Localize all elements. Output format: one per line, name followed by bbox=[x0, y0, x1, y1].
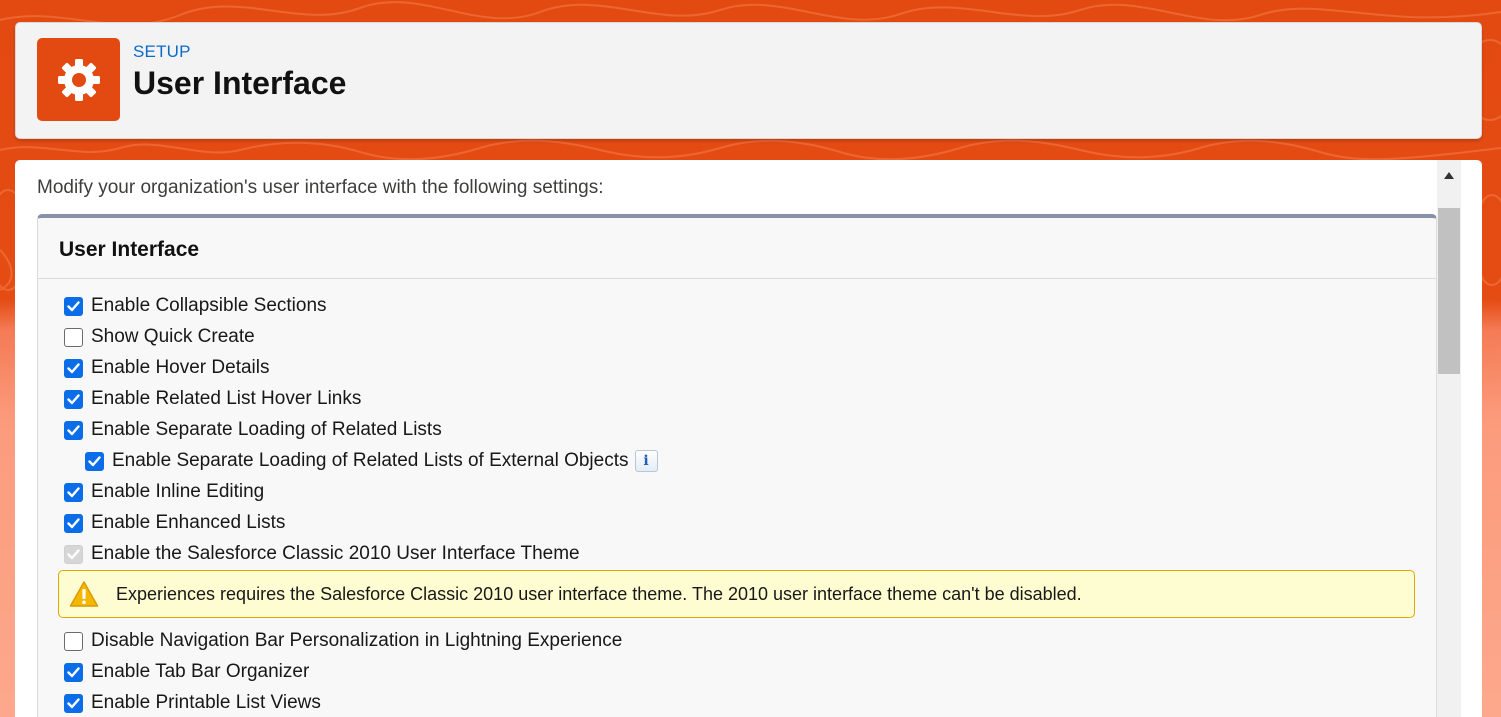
vertical-scrollbar[interactable] bbox=[1437, 160, 1461, 717]
section-title: User Interface bbox=[59, 238, 200, 261]
main-content: Modify your organization's user interfac… bbox=[15, 160, 1482, 717]
intro-text: Modify your organization's user interfac… bbox=[37, 177, 604, 198]
checkbox-checked[interactable] bbox=[64, 693, 83, 713]
gear-icon bbox=[37, 38, 120, 121]
option-label: Enable Inline Editing bbox=[91, 481, 265, 502]
option-enable-related-list-hover-links[interactable]: Enable Related List Hover Links bbox=[64, 386, 361, 412]
option-label: Disable Navigation Bar Personalization i… bbox=[91, 630, 623, 651]
option-label: Enable Tab Bar Organizer bbox=[91, 661, 310, 682]
option-enable-enhanced-lists[interactable]: Enable Enhanced Lists bbox=[64, 510, 285, 536]
option-label: Enable the Salesforce Classic 2010 User … bbox=[91, 543, 580, 564]
scrollbar-thumb[interactable] bbox=[1438, 208, 1460, 374]
option-enable-collapsible-sections[interactable]: Enable Collapsible Sections bbox=[64, 293, 327, 319]
checkbox-checked[interactable] bbox=[64, 389, 83, 409]
option-enable-classic-2010-theme: Enable the Salesforce Classic 2010 User … bbox=[64, 541, 580, 567]
user-interface-section: User Interface Enable Collapsible Sectio… bbox=[37, 214, 1437, 717]
option-label: Enable Separate Loading of Related Lists… bbox=[112, 450, 629, 471]
option-enable-tab-bar-organizer[interactable]: Enable Tab Bar Organizer bbox=[64, 659, 309, 685]
warning-text: Experiences requires the Salesforce Clas… bbox=[116, 584, 1082, 604]
option-label: Enable Enhanced Lists bbox=[91, 512, 286, 533]
checkbox-checked[interactable] bbox=[64, 296, 83, 316]
page-eyebrow: SETUP bbox=[133, 42, 191, 61]
option-enable-hover-details[interactable]: Enable Hover Details bbox=[64, 355, 269, 381]
page-header: SETUP User Interface bbox=[15, 22, 1482, 139]
option-label: Enable Related List Hover Links bbox=[91, 388, 362, 409]
info-icon[interactable]: i bbox=[634, 450, 658, 472]
option-label: Enable Printable List Views bbox=[91, 692, 321, 713]
warning-icon bbox=[69, 581, 99, 607]
option-disable-nav-bar-personalization[interactable]: Disable Navigation Bar Personalization i… bbox=[64, 628, 622, 654]
option-show-quick-create[interactable]: Show Quick Create bbox=[64, 324, 255, 350]
scroll-up-arrow-icon[interactable] bbox=[1437, 160, 1461, 190]
checkbox-checked[interactable] bbox=[64, 358, 83, 378]
checkbox-checked[interactable] bbox=[64, 513, 83, 533]
checkbox-unchecked[interactable] bbox=[64, 631, 83, 651]
option-label: Enable Collapsible Sections bbox=[91, 295, 327, 316]
checkbox-checked[interactable] bbox=[64, 482, 83, 502]
checkbox-checked[interactable] bbox=[85, 451, 104, 471]
option-label: Show Quick Create bbox=[91, 326, 255, 347]
option-label: Enable Separate Loading of Related Lists bbox=[91, 419, 442, 440]
option-enable-separate-loading-related-lists[interactable]: Enable Separate Loading of Related Lists bbox=[64, 417, 442, 443]
option-enable-inline-editing[interactable]: Enable Inline Editing bbox=[64, 479, 264, 505]
option-label: Enable Hover Details bbox=[91, 357, 270, 378]
checkbox-unchecked[interactable] bbox=[64, 327, 83, 347]
checkbox-checked[interactable] bbox=[64, 420, 83, 440]
warning-message: Experiences requires the Salesforce Clas… bbox=[58, 570, 1415, 618]
section-divider bbox=[38, 278, 1436, 279]
checkbox-checked[interactable] bbox=[64, 662, 83, 682]
page-title: User Interface bbox=[133, 65, 347, 101]
option-enable-printable-list-views[interactable]: Enable Printable List Views bbox=[64, 690, 321, 716]
option-enable-separate-loading-external-objects[interactable]: Enable Separate Loading of Related Lists… bbox=[85, 448, 658, 474]
checkbox-disabled bbox=[64, 544, 83, 564]
